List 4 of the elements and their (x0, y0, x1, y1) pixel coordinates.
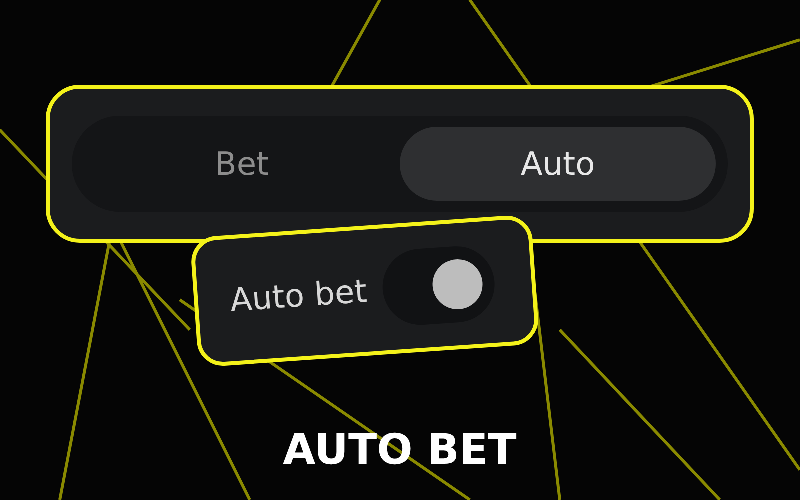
mode-tab[interactable]: Bet (84, 127, 400, 201)
mode-tab[interactable]: Auto (400, 127, 716, 201)
auto-bet-label: Auto bet (229, 272, 368, 320)
caption: AUTO BET (283, 425, 517, 474)
